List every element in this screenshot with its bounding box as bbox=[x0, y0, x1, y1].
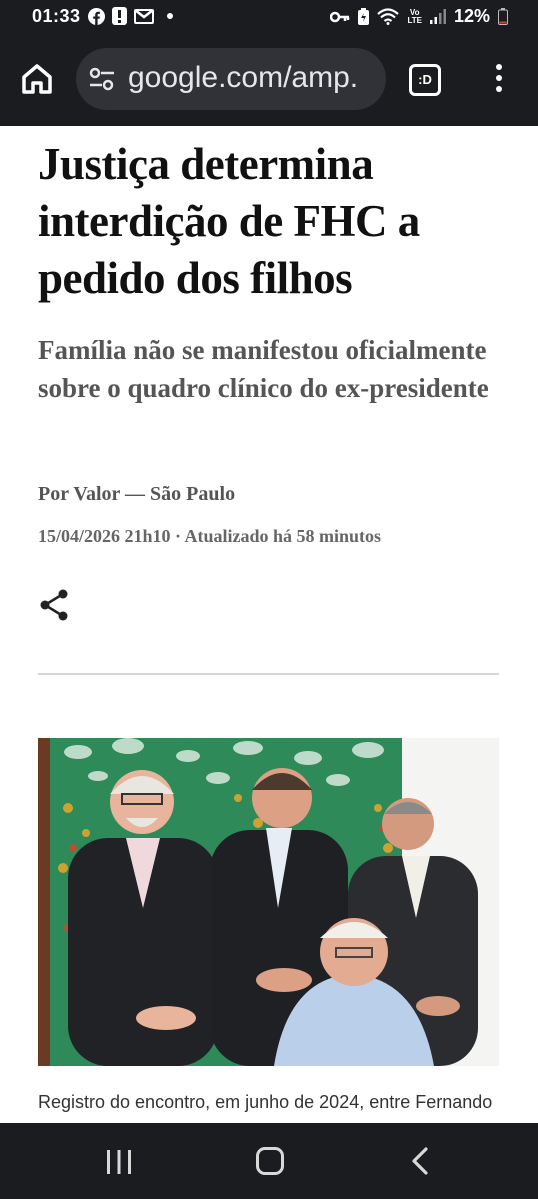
status-time: 01:33 bbox=[32, 6, 81, 26]
recent-apps-icon[interactable] bbox=[106, 1149, 132, 1175]
home-icon bbox=[22, 64, 52, 94]
battery-percentage: 12% bbox=[453, 6, 490, 26]
system-icons: Vo LTE 12% bbox=[330, 6, 508, 27]
facebook-icon bbox=[88, 7, 105, 25]
system-navigation-bar bbox=[0, 1123, 538, 1199]
status-bar: 01:33 Vo LTE 12% bbox=[0, 0, 538, 34]
address-bar[interactable]: google.com/amp. bbox=[76, 48, 386, 110]
divider bbox=[38, 673, 499, 675]
home-nav-button[interactable] bbox=[256, 1147, 284, 1175]
url-text[interactable]: google.com/amp. bbox=[128, 61, 358, 95]
gmail-icon bbox=[134, 9, 154, 24]
more-notifications-dot bbox=[167, 13, 173, 19]
notification-icons bbox=[88, 7, 173, 25]
share-button[interactable] bbox=[38, 588, 72, 624]
tab-switcher-button[interactable]: :D bbox=[409, 64, 441, 96]
share-icon bbox=[40, 589, 68, 621]
battery-saver-icon bbox=[358, 8, 370, 25]
article-subtitle: Família não se manifestou oficialmente s… bbox=[38, 335, 489, 403]
wifi-icon bbox=[377, 8, 400, 25]
article-dateline: 15/04/2026 21h10 · Atualizado há 58 minu… bbox=[38, 526, 382, 546]
photo-caption: Registro do encontro, em junho de 2024, … bbox=[38, 1092, 493, 1112]
back-icon[interactable] bbox=[410, 1147, 430, 1175]
home-button[interactable] bbox=[20, 62, 56, 98]
volte-lte-icon: Vo LTE bbox=[407, 7, 422, 25]
signal-icon bbox=[429, 9, 446, 24]
battery-icon bbox=[498, 8, 508, 25]
photo-illustration bbox=[38, 738, 499, 1066]
article-byline: Por Valor — São Paulo bbox=[38, 483, 236, 505]
article-photo[interactable] bbox=[38, 738, 499, 1066]
more-vert-icon[interactable] bbox=[494, 64, 504, 96]
vpn-key-icon bbox=[330, 11, 350, 22]
tune-icon[interactable] bbox=[88, 67, 116, 91]
article-headline: Justiça determina interdição de FHC a pe… bbox=[38, 139, 420, 303]
browser-toolbar: google.com/amp. :D bbox=[0, 34, 538, 126]
alert-icon bbox=[112, 7, 127, 25]
